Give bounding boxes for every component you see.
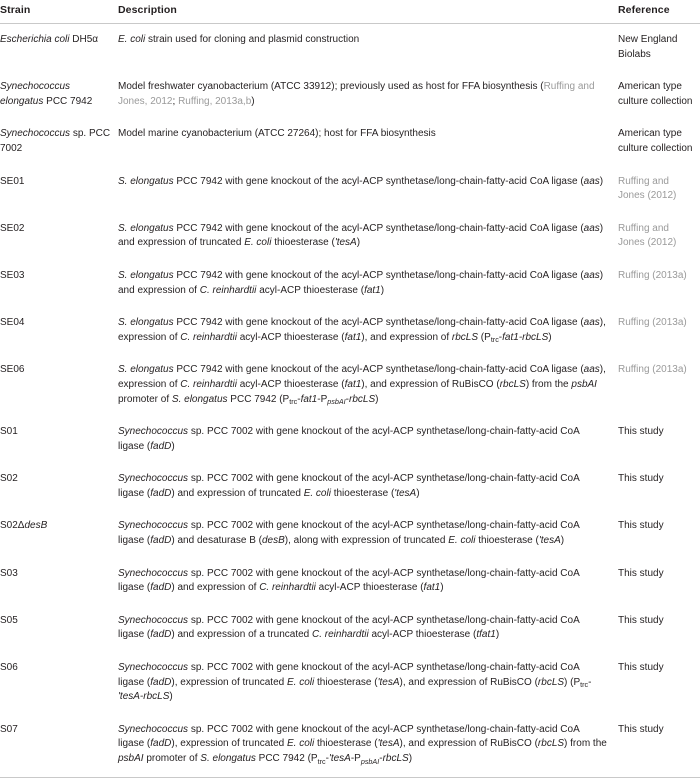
reference-text: This study: [618, 426, 664, 438]
reference-text: This study: [618, 473, 664, 485]
cell-reference[interactable]: Ruffing and Jones (2012): [618, 213, 700, 260]
reference-link[interactable]: Ruffing and Jones (2012): [618, 223, 676, 249]
cell-description: S. elongatus PCC 7942 with gene knockout…: [118, 269, 604, 296]
reference-text: New England Biolabs: [618, 34, 678, 60]
cell-strain: SE01: [0, 175, 25, 187]
table-row: S01 Synechococcus sp. PCC 7002 with gene …: [0, 416, 700, 463]
reference-text: This study: [618, 723, 664, 735]
cell-strain: SE03: [0, 269, 25, 281]
cell-reference[interactable]: Ruffing and Jones (2012): [618, 166, 700, 213]
cell-description: Synechococcus sp. PCC 7002 with gene kno…: [118, 520, 580, 547]
cell-reference: This study: [618, 652, 700, 714]
table-row: S02ΔdesB Synechococcus sp. PCC 7002 with …: [0, 510, 700, 557]
cell-reference: American type culture collection: [618, 118, 700, 165]
cell-strain: SE04: [0, 317, 25, 329]
cell-strain: S06: [0, 662, 18, 674]
cell-description: Synechococcus sp. PCC 7002 with gene kno…: [118, 614, 580, 641]
table-header-row: Strain Description Reference: [0, 0, 700, 24]
table-row: Escherichia coli DH5α E. coli strain used…: [0, 24, 700, 72]
column-header-strain: Strain: [0, 4, 31, 16]
cell-strain: S02: [0, 473, 18, 485]
cell-strain: S07: [0, 723, 18, 735]
table-row: S07 Synechococcus sp. PCC 7002 with gene …: [0, 714, 700, 778]
cell-description: Model freshwater cyanobacterium (ATCC 33…: [118, 81, 595, 107]
cell-reference: This study: [618, 605, 700, 652]
cell-description: S. elongatus PCC 7942 with gene knockout…: [118, 317, 606, 345]
table-row: S06 Synechococcus sp. PCC 7002 with gene …: [0, 652, 700, 714]
reference-link[interactable]: Ruffing (2013a): [618, 364, 687, 375]
cell-strain: SE06: [0, 364, 25, 376]
reference-link[interactable]: Ruffing (2013a): [618, 317, 687, 328]
reference-text: This study: [618, 662, 664, 674]
cell-strain: S01: [0, 426, 18, 438]
cell-description: S. elongatus PCC 7942 with gene knockout…: [118, 364, 606, 406]
cell-strain: Escherichia coli DH5α: [0, 34, 99, 45]
cell-reference[interactable]: Ruffing (2013a): [618, 260, 700, 307]
strain-table-container: Strain Description Reference Escherichia…: [0, 0, 700, 778]
cell-description: Synechococcus sp. PCC 7002 with gene kno…: [118, 567, 580, 594]
cell-description: S. elongatus PCC 7942 with gene knockout…: [118, 222, 604, 249]
table-row: SE02 S. elongatus PCC 7942 with gene knoc…: [0, 213, 700, 260]
cell-strain: S02ΔdesB: [0, 520, 48, 532]
cell-reference: New England Biolabs: [618, 24, 700, 72]
table-row: S05 Synechococcus sp. PCC 7002 with gene …: [0, 605, 700, 652]
citation-link[interactable]: Ruffing, 2013a,b: [178, 96, 251, 107]
table-row: SE03 S. elongatus PCC 7942 with gene knoc…: [0, 260, 700, 307]
reference-text: This study: [618, 567, 664, 579]
cell-description: Synechococcus sp. PCC 7002 with gene kno…: [118, 473, 580, 499]
table-row: Synechococcus sp. PCC 7002 Model marine c…: [0, 118, 700, 165]
column-header-reference: Reference: [618, 4, 670, 16]
table-header: Strain Description Reference: [0, 0, 700, 24]
cell-strain: Synechococcus sp. PCC 7002: [0, 128, 111, 154]
cell-strain: S03: [0, 567, 18, 579]
cell-reference: This study: [618, 510, 700, 557]
cell-description: Synechococcus sp. PCC 7002 with gene kno…: [118, 723, 607, 766]
table-row: SE06 S. elongatus PCC 7942 with gene knoc…: [0, 354, 700, 416]
cell-description: Synechococcus sp. PCC 7002 with gene kno…: [118, 426, 580, 452]
table-row: S02 Synechococcus sp. PCC 7002 with gene …: [0, 463, 700, 510]
cell-description: E. coli strain used for cloning and plas…: [118, 34, 360, 45]
cell-reference: This study: [618, 416, 700, 463]
cell-reference: This study: [618, 558, 700, 605]
cell-strain: S05: [0, 614, 18, 626]
cell-strain: Synechococcus elongatus PCC 7942: [0, 81, 93, 107]
cell-reference[interactable]: Ruffing (2013a): [618, 354, 700, 416]
cell-description: Synechococcus sp. PCC 7002 with gene kno…: [118, 662, 592, 703]
reference-link[interactable]: Ruffing (2013a): [618, 270, 687, 281]
reference-text: This study: [618, 520, 664, 532]
cell-description: Model marine cyanobacterium (ATCC 27264)…: [118, 128, 436, 140]
table-row: SE04 S. elongatus PCC 7942 with gene knoc…: [0, 307, 700, 354]
reference-text: American type culture collection: [618, 128, 693, 154]
reference-text: This study: [618, 614, 664, 626]
table-row: SE01 S. elongatus PCC 7942 with gene knoc…: [0, 166, 700, 213]
strain-table: Strain Description Reference Escherichia…: [0, 0, 700, 778]
reference-text: American type culture collection: [618, 81, 693, 107]
table-body: Escherichia coli DH5α E. coli strain used…: [0, 24, 700, 778]
cell-reference: American type culture collection: [618, 71, 700, 118]
table-row: Synechococcus elongatus PCC 7942 Model fr…: [0, 71, 700, 118]
cell-reference: This study: [618, 714, 700, 777]
cell-reference[interactable]: Ruffing (2013a): [618, 307, 700, 354]
reference-link[interactable]: Ruffing and Jones (2012): [618, 176, 676, 202]
table-row: S03 Synechococcus sp. PCC 7002 with gene …: [0, 558, 700, 605]
cell-strain: SE02: [0, 222, 25, 234]
column-header-description: Description: [118, 4, 177, 16]
cell-description: S. elongatus PCC 7942 with gene knockout…: [118, 175, 604, 187]
cell-reference: This study: [618, 463, 700, 510]
